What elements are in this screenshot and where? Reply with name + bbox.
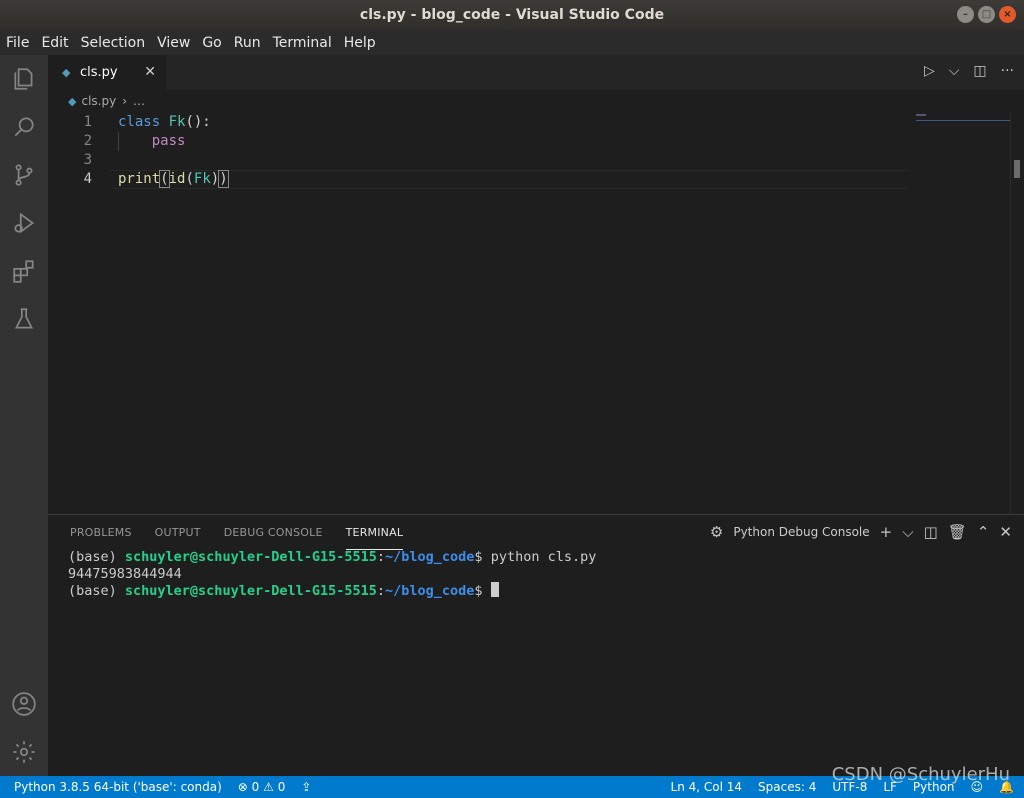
- editor-actions: ▷ ⌵ ◫ ···: [924, 63, 1014, 79]
- menu-bar: File Edit Selection View Go Run Terminal…: [0, 30, 1024, 55]
- editor-tab-bar: ◆ cls.py ✕ ▷ ⌵ ◫ ···: [48, 55, 1024, 90]
- python-file-icon: ◆: [62, 65, 71, 79]
- split-editor-icon[interactable]: ◫: [973, 63, 986, 79]
- menu-selection[interactable]: Selection: [81, 35, 146, 51]
- activity-bar: [0, 55, 48, 776]
- settings-gear-icon[interactable]: [0, 728, 48, 776]
- close-window-button[interactable]: ×: [999, 6, 1016, 23]
- bottom-panel: PROBLEMS OUTPUT DEBUG CONSOLE TERMINAL ⚙…: [48, 514, 1024, 776]
- python-interpreter[interactable]: Python 3.8.5 64-bit ('base': conda): [14, 780, 222, 794]
- terminal-line: (base) schuyler@schuyler-Dell-G15-5515:~…: [68, 549, 597, 565]
- run-python-file-icon[interactable]: ▷: [924, 63, 935, 79]
- account-icon[interactable]: [0, 680, 48, 728]
- tab-problems[interactable]: PROBLEMS: [70, 515, 132, 550]
- code-text: class Fk():: [118, 113, 211, 130]
- run-debug-icon[interactable]: [0, 199, 48, 247]
- terminal-line: 94475983844944: [68, 565, 182, 582]
- python-file-icon: ◆: [68, 94, 77, 108]
- maximize-button[interactable]: □: [978, 6, 995, 23]
- code-line[interactable]: 1 class Fk():: [48, 112, 908, 131]
- testing-flask-icon[interactable]: [0, 295, 48, 343]
- breadcrumb-file[interactable]: cls.py: [81, 94, 116, 108]
- title-bar: cls.py - blog_code - Visual Studio Code …: [0, 0, 1024, 30]
- code-text: print(id(Fk)): [118, 169, 229, 188]
- menu-file[interactable]: File: [6, 35, 29, 51]
- terminal-line: (base) schuyler@schuyler-Dell-G15-5515:~…: [68, 582, 596, 599]
- tab-output[interactable]: OUTPUT: [155, 515, 201, 550]
- line-number: 4: [83, 170, 92, 187]
- extensions-icon[interactable]: [0, 247, 48, 295]
- tab-label: cls.py: [80, 65, 118, 80]
- menu-view[interactable]: View: [157, 35, 190, 51]
- menu-help[interactable]: Help: [344, 35, 376, 51]
- source-control-icon[interactable]: [0, 151, 48, 199]
- panel-actions: ⚙ Python Debug Console + ⌵ ◫ 🗑 ⌃ ✕: [710, 523, 1012, 541]
- menu-terminal[interactable]: Terminal: [273, 35, 332, 51]
- problems-counter[interactable]: ⊗ 0 ⚠ 0: [238, 780, 286, 794]
- breadcrumb-more[interactable]: …: [133, 94, 145, 108]
- indentation[interactable]: Spaces: 4: [758, 780, 816, 794]
- close-tab-icon[interactable]: ✕: [144, 64, 156, 80]
- search-icon[interactable]: [0, 103, 48, 151]
- split-terminal-icon[interactable]: ◫: [924, 523, 938, 541]
- terminal-select[interactable]: Python Debug Console: [733, 525, 869, 539]
- trash-icon[interactable]: 🗑: [948, 523, 967, 541]
- terminal-menu-chevron-icon[interactable]: ⌵: [902, 523, 913, 541]
- line-number: 2: [83, 132, 92, 149]
- window-controls: – □ ×: [957, 6, 1016, 23]
- close-panel-icon[interactable]: ✕: [999, 523, 1012, 541]
- chevron-right-icon: ›: [122, 94, 127, 108]
- minimap[interactable]: [916, 114, 1010, 121]
- debug-gear-icon: ⚙: [709, 523, 724, 541]
- more-actions-icon[interactable]: ···: [1001, 63, 1014, 79]
- tab-debug-console[interactable]: DEBUG CONSOLE: [224, 515, 323, 550]
- menu-run[interactable]: Run: [234, 35, 261, 51]
- code-line[interactable]: 4 print(id(Fk)): [48, 169, 908, 188]
- maximize-panel-icon[interactable]: ⌃: [977, 523, 990, 541]
- editor-scrollbar[interactable]: [1010, 112, 1024, 514]
- terminal-cursor: [490, 582, 499, 597]
- code-editor[interactable]: 1 class Fk(): 2 pass 3 4 print(id(Fk)): [48, 112, 1010, 514]
- menu-go[interactable]: Go: [202, 35, 221, 51]
- new-terminal-icon[interactable]: +: [880, 523, 893, 541]
- window-title: cls.py - blog_code - Visual Studio Code: [359, 7, 665, 23]
- terminal-output[interactable]: (base) schuyler@schuyler-Dell-G15-5515:~…: [68, 549, 596, 599]
- code-text: pass: [151, 132, 186, 149]
- line-number: 3: [83, 151, 92, 168]
- watermark: CSDN @SchuylerHu: [831, 764, 1010, 785]
- explorer-icon[interactable]: [0, 55, 48, 103]
- menu-edit[interactable]: Edit: [41, 35, 68, 51]
- code-line[interactable]: 3: [48, 150, 908, 169]
- panel-tabs: PROBLEMS OUTPUT DEBUG CONSOLE TERMINAL: [70, 515, 404, 550]
- line-number: 1: [83, 113, 92, 130]
- scroll-thumb[interactable]: [1014, 160, 1020, 178]
- tab-cls-py[interactable]: ◆ cls.py ✕: [48, 55, 166, 90]
- code-line[interactable]: 2 pass: [48, 131, 908, 150]
- run-menu-chevron-icon[interactable]: ⌵: [949, 63, 960, 79]
- live-share-icon[interactable]: ⇪: [301, 780, 311, 794]
- cursor-position[interactable]: Ln 4, Col 14: [671, 780, 743, 794]
- tab-terminal[interactable]: TERMINAL: [345, 515, 404, 550]
- minimize-button[interactable]: –: [957, 6, 974, 23]
- breadcrumb: ◆ cls.py › …: [48, 90, 1024, 112]
